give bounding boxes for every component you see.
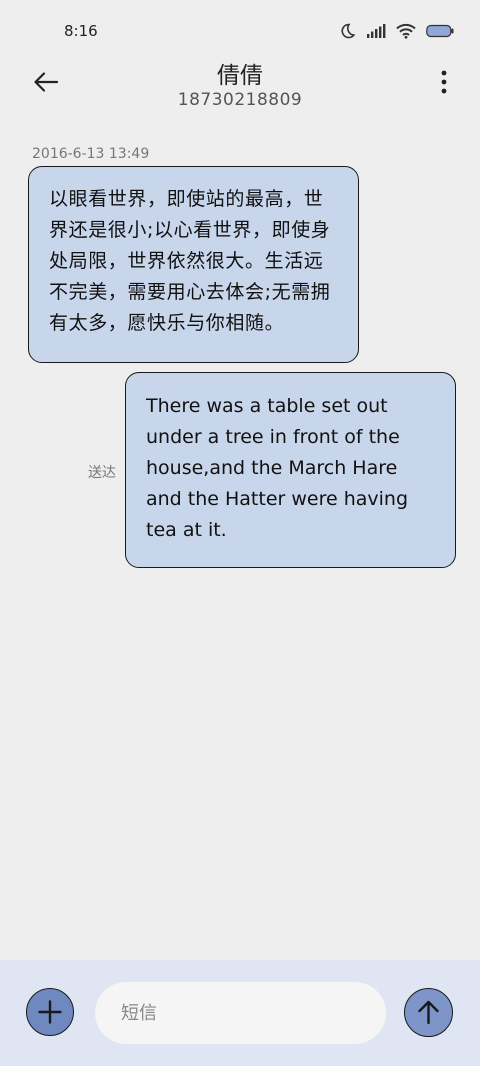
status-time: 8:16 <box>64 22 98 40</box>
message-input[interactable] <box>95 982 386 1044</box>
plus-icon <box>38 1000 62 1024</box>
outgoing-message-bubble[interactable]: There was a table set out under a tree i… <box>125 372 456 568</box>
signal-icon <box>366 23 386 39</box>
contact-number: 18730218809 <box>177 90 303 110</box>
moon-icon <box>338 22 356 40</box>
composer-bar <box>0 960 480 1066</box>
message-timestamp: 2016-6-13 13:49 <box>32 146 150 162</box>
battery-icon <box>426 24 454 38</box>
incoming-message-bubble[interactable]: 以眼看世界，即使站的最高，世界还是很小;以心看世界，即使身处局限，世界依然很大。… <box>28 166 359 363</box>
more-vertical-icon <box>441 70 447 94</box>
more-options-button[interactable] <box>438 68 450 98</box>
contact-name: 倩倩 <box>217 63 263 89</box>
status-icons <box>338 22 454 40</box>
wifi-icon <box>396 23 416 39</box>
add-attachment-button[interactable] <box>26 988 74 1036</box>
send-button[interactable] <box>404 988 453 1037</box>
delivery-status: 送达 <box>88 465 116 481</box>
conversation-header: 倩倩 18730218809 <box>0 50 480 120</box>
arrow-up-icon <box>418 1000 439 1025</box>
